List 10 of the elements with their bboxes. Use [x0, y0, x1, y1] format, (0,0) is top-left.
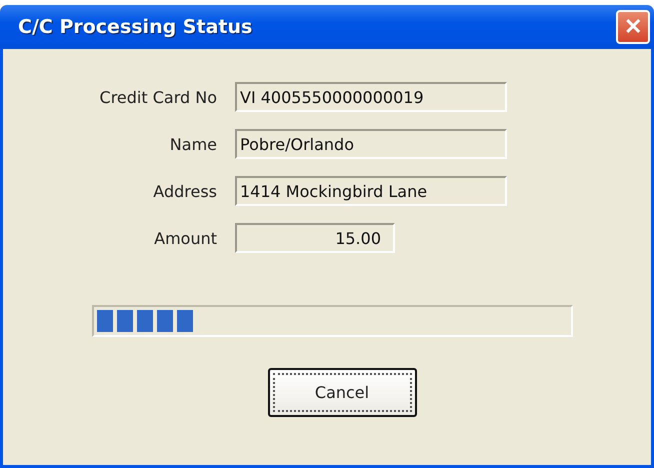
field-label: Address	[152, 182, 218, 200]
cancel-button[interactable]: Cancel	[268, 368, 416, 417]
field-label: Name	[168, 134, 218, 154]
input-field[interactable]: 15.00	[235, 223, 395, 253]
input-field[interactable]: 1414 Mockingbird Lane	[235, 176, 507, 206]
window-title: C/C Processing Status	[18, 16, 252, 38]
input-field[interactable]: Pobre/Orlando	[235, 129, 507, 159]
input-field[interactable]: VI 4005550000000019	[235, 82, 507, 112]
field-label: Amount	[153, 228, 218, 248]
field-label: Credit Card No	[98, 88, 218, 106]
